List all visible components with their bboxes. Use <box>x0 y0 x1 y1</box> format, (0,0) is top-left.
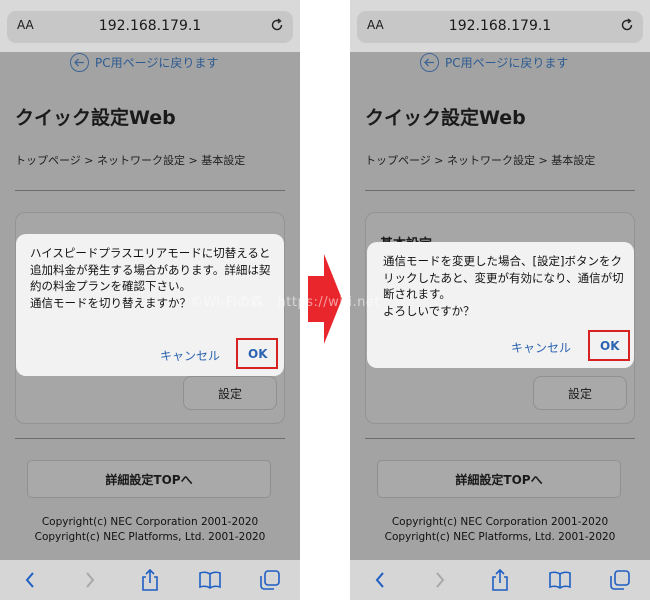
copyright-line: Copyright(c) NEC Platforms, Ltd. 2001-20… <box>34 531 266 543</box>
divider <box>365 190 635 191</box>
chevron-right-icon[interactable] <box>79 569 101 591</box>
book-icon[interactable] <box>549 569 571 591</box>
divider <box>15 190 285 191</box>
breadcrumb: トップページ > ネットワーク設定 > 基本設定 <box>15 154 246 167</box>
address-bar[interactable]: AA 192.168.179.1 <box>357 11 643 43</box>
share-icon[interactable] <box>489 569 511 591</box>
pc-link-label: PC用ページに戻ります <box>95 55 219 70</box>
set-button[interactable]: 設定 <box>183 376 277 410</box>
reload-icon[interactable] <box>620 18 634 32</box>
book-icon[interactable] <box>199 569 221 591</box>
pc-page-link[interactable]: PC用ページに戻ります <box>420 52 568 72</box>
browser-toolbar <box>350 560 650 600</box>
chevron-right-icon[interactable] <box>429 569 451 591</box>
share-icon[interactable] <box>139 569 161 591</box>
divider <box>15 438 285 439</box>
ok-highlight-box <box>236 338 278 369</box>
copyright-line: Copyright(c) NEC Corporation 2001-2020 <box>41 516 259 528</box>
chevron-left-icon[interactable] <box>19 569 41 591</box>
breadcrumb: トップページ > ネットワーク設定 > 基本設定 <box>365 154 596 167</box>
back-arrow-icon <box>420 52 439 72</box>
copyright-line: Copyright(c) NEC Platforms, Ltd. 2001-20… <box>384 531 616 543</box>
copyright-line: Copyright(c) NEC Corporation 2001-2020 <box>391 516 609 528</box>
browser-toolbar <box>0 560 300 600</box>
back-arrow-icon <box>70 52 89 72</box>
page-title: クイック設定Web <box>15 107 176 129</box>
cancel-button[interactable]: キャンセル <box>160 347 220 364</box>
browser-address-area: AA 192.168.179.1 <box>0 0 300 52</box>
cancel-button[interactable]: キャンセル <box>511 339 571 356</box>
url-text: 192.168.179.1 <box>98 18 202 34</box>
url-text: 192.168.179.1 <box>448 18 552 34</box>
watermark: ©Wi-Fiの森 https://wifi.net <box>190 295 381 310</box>
dialog-message: 通信モードを変更した場合、[設定]ボタンをクリックしたあと、変更が有効になり、通… <box>383 254 624 318</box>
divider <box>365 438 635 439</box>
confirm-dialog: 通信モードを変更した場合、[設定]ボタンをクリックしたあと、変更が有効になり、通… <box>367 242 634 368</box>
tabs-icon[interactable] <box>609 569 631 591</box>
detail-settings-button[interactable]: 詳細設定TOPへ <box>377 460 621 498</box>
browser-address-area: AA 192.168.179.1 <box>350 0 650 52</box>
ok-highlight-box <box>588 330 630 361</box>
page-title: クイック設定Web <box>365 107 526 129</box>
pc-link-label: PC用ページに戻ります <box>445 55 569 70</box>
pc-page-link[interactable]: PC用ページに戻ります <box>70 52 218 72</box>
detail-settings-button[interactable]: 詳細設定TOPへ <box>27 460 271 498</box>
set-button[interactable]: 設定 <box>533 376 627 410</box>
tabs-icon[interactable] <box>259 569 281 591</box>
phone-screen-right: AA 192.168.179.1 PC用ページに戻ります クイック設定Web ト… <box>350 0 650 600</box>
reload-icon[interactable] <box>270 18 284 32</box>
address-bar[interactable]: AA 192.168.179.1 <box>7 11 293 43</box>
chevron-left-icon[interactable] <box>369 569 391 591</box>
